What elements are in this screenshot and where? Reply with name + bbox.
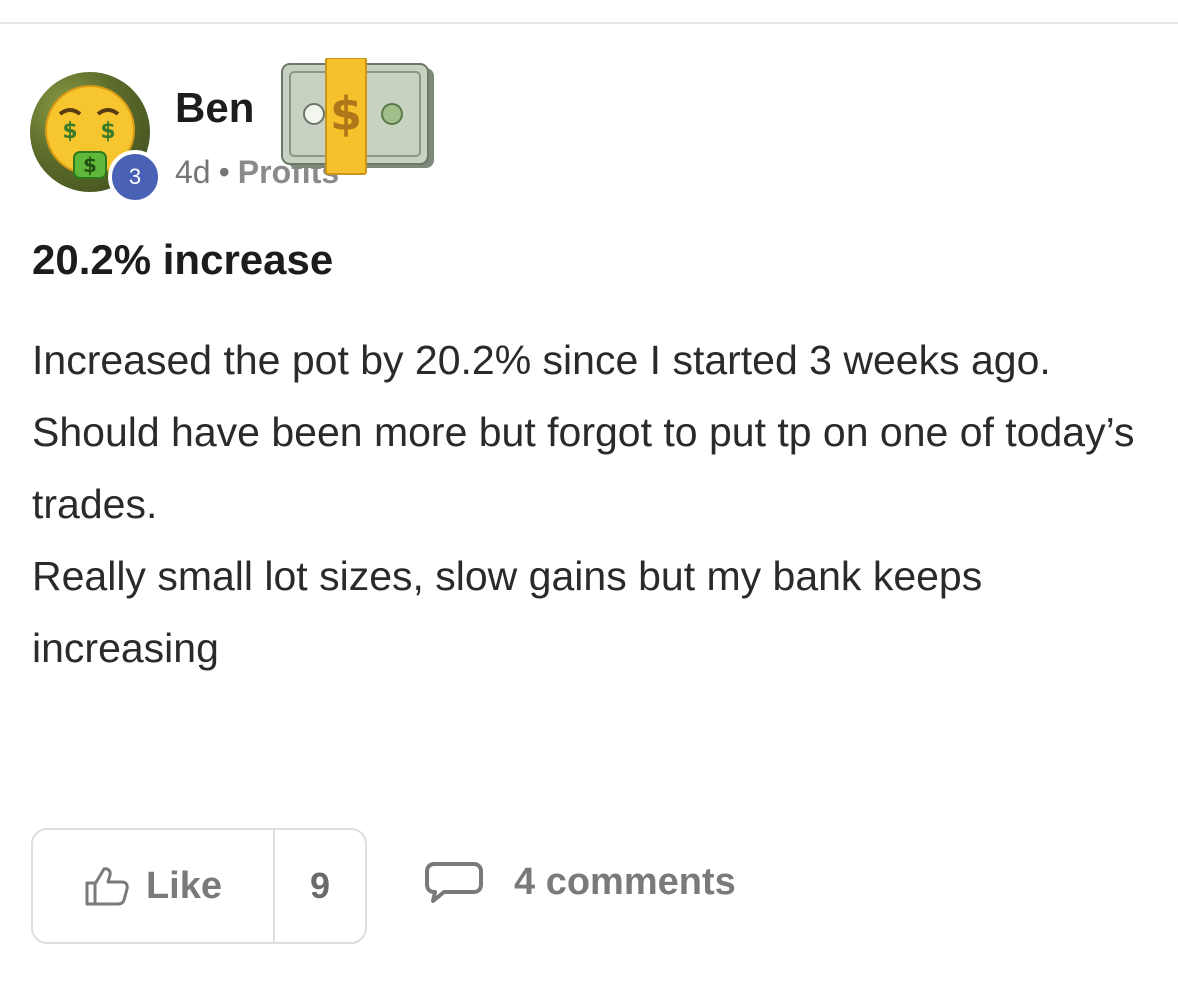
svg-text:$: $ <box>83 153 97 177</box>
level-badge: 3 <box>108 150 162 204</box>
post-title: 20.2% increase <box>32 236 334 283</box>
like-label: Like <box>145 864 223 907</box>
comments-button[interactable]: 4 comments <box>424 860 736 904</box>
thumbs-up-icon <box>85 867 129 906</box>
comments-label: 4 comments <box>514 860 736 903</box>
money-banknote-icon: $ <box>281 58 434 175</box>
top-divider <box>0 22 1178 24</box>
svg-text:$: $ <box>62 119 77 144</box>
post-body: Increased the pot by 20.2% since I start… <box>32 324 1152 684</box>
author-name[interactable]: Ben <box>175 84 254 132</box>
meta-separator: • <box>218 154 230 190</box>
like-count[interactable]: 9 <box>275 830 365 942</box>
post-age: 4d <box>175 154 211 190</box>
like-button[interactable]: Like <box>33 830 275 942</box>
svg-text:$: $ <box>100 119 115 144</box>
like-control: Like 9 <box>31 828 367 944</box>
post-paragraph: Should have been more but forgot to put … <box>32 409 1135 527</box>
comment-bubble-icon <box>425 862 483 903</box>
post-paragraph: Really small lot sizes, slow gains but m… <box>32 553 983 671</box>
author-avatar[interactable]: $ $ $ 3 <box>30 72 162 204</box>
svg-text:$: $ <box>330 87 362 141</box>
post-paragraph: Increased the pot by 20.2% since I start… <box>32 337 1051 383</box>
